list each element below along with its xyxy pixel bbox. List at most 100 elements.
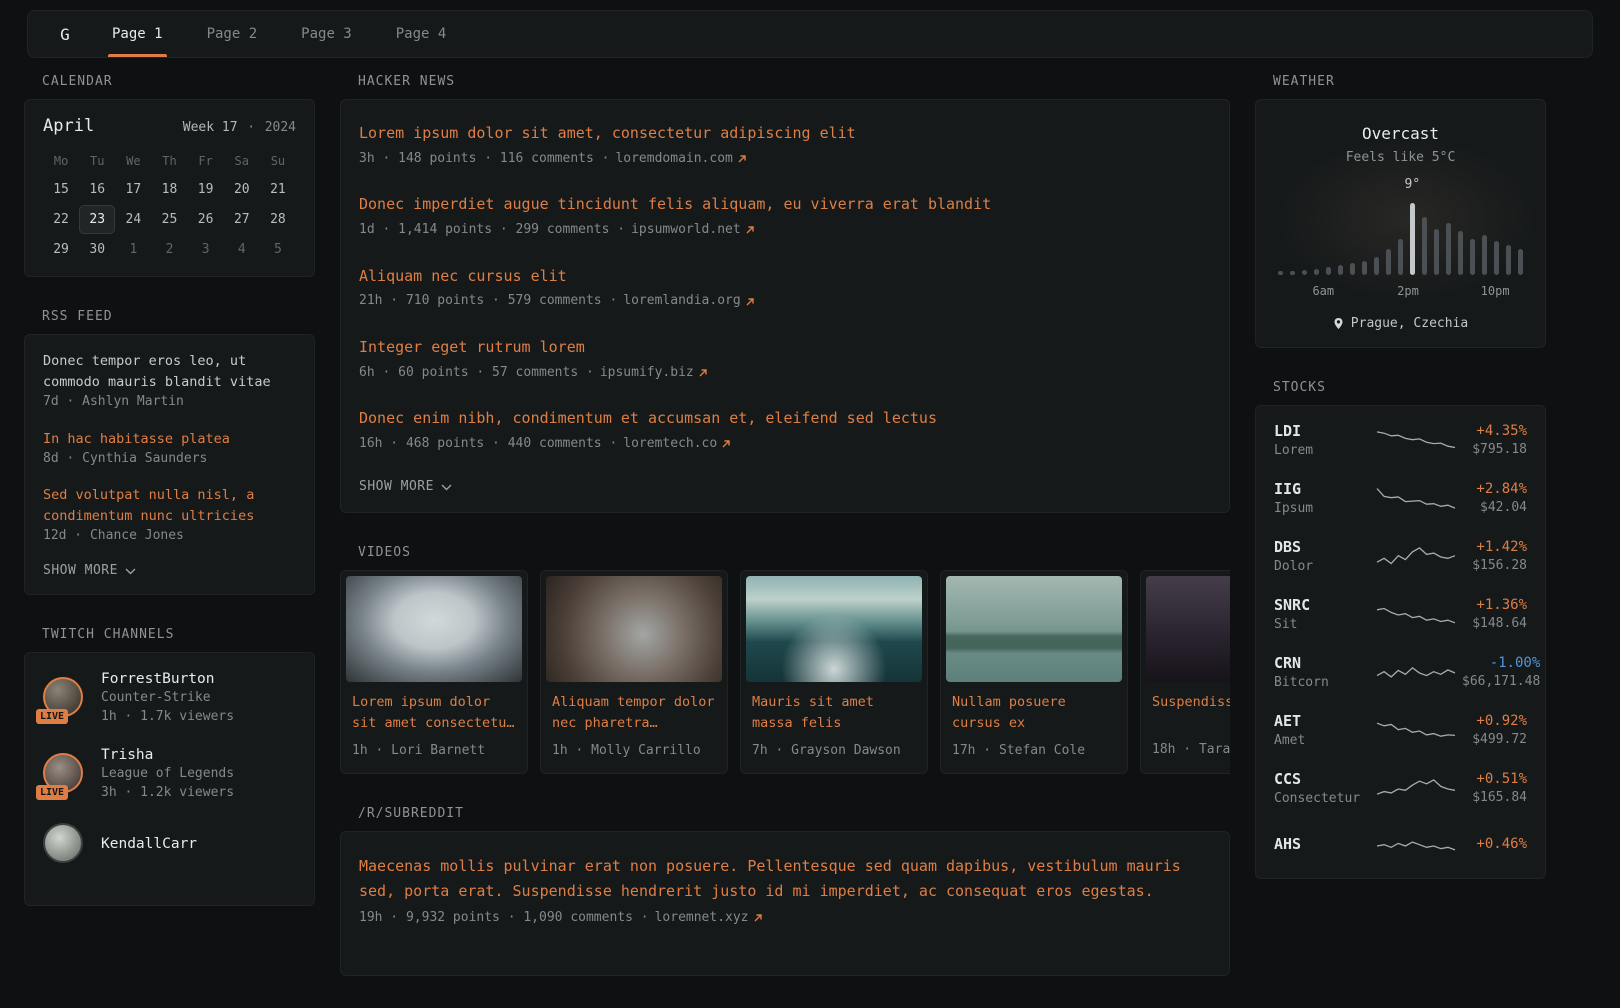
stock-row[interactable]: SNRCSit+1.36%$148.64 (1256, 585, 1545, 643)
calendar-day[interactable]: 21 (260, 175, 296, 204)
rss-item[interactable]: Sed volutpat nulla nisl, a condimentum n… (43, 485, 296, 546)
stock-change: -1.00% (1462, 655, 1540, 671)
calendar-day[interactable]: 4 (224, 235, 260, 264)
video-thumbnail[interactable] (346, 576, 522, 682)
calendar-day[interactable]: 25 (151, 205, 187, 234)
hn-item: Donec imperdiet augue tincidunt felis al… (359, 193, 1211, 239)
video-card[interactable]: Suspendisse diam 18h · Tara (1140, 570, 1230, 775)
twitch-channel[interactable]: KendallCarr (43, 823, 296, 867)
calendar-day[interactable]: 16 (79, 175, 115, 204)
hn-domain-link[interactable]: loremlandia.org (623, 292, 754, 311)
calendar-day[interactable]: 5 (260, 235, 296, 264)
stock-sparkline (1370, 828, 1462, 862)
stock-row[interactable]: AHS+0.46% (1256, 817, 1545, 873)
stock-sparkline (1370, 539, 1462, 573)
external-link-icon (721, 439, 731, 449)
channel-meta: 1h · 1.7k viewers (101, 708, 234, 727)
calendar-day[interactable]: 26 (188, 205, 224, 234)
stock-row[interactable]: CRNBitcorn-1.00%$66,171.48 (1256, 643, 1545, 701)
reddit-domain-link[interactable]: loremnet.xyz (655, 909, 763, 928)
rss-item[interactable]: In hac habitasse platea 8d · Cynthia Sau… (43, 429, 296, 469)
tab-page-3[interactable]: Page 3 (279, 11, 374, 57)
stocks-list: LDILorem+4.35%$795.18IIGIpsum+2.84%$42.0… (1255, 405, 1546, 879)
calendar-day[interactable]: 28 (260, 205, 296, 234)
video-title[interactable]: Lorem ipsum dolor sit amet consectetu… (352, 692, 516, 734)
hn-item: Aliquam nec cursus elit 21h · 710 points… (359, 265, 1211, 311)
channel-name[interactable]: Trisha (101, 747, 234, 763)
tab-page-2[interactable]: Page 2 (185, 11, 280, 57)
avatar (43, 823, 87, 867)
video-title[interactable]: Suspendisse diam (1152, 692, 1230, 733)
stock-row[interactable]: LDILorem+4.35%$795.18 (1256, 411, 1545, 469)
calendar-day[interactable]: 20 (224, 175, 260, 204)
channel-name[interactable]: KendallCarr (101, 836, 197, 852)
calendar-weekday: Su (260, 148, 296, 174)
stock-row[interactable]: AETAmet +0.92%$499.72 (1256, 701, 1545, 759)
video-card[interactable]: Lorem ipsum dolor sit amet consectetu… 1… (340, 570, 528, 775)
hn-show-more-button[interactable]: SHOW MORE (359, 479, 1211, 494)
video-thumbnail[interactable] (1146, 576, 1230, 682)
video-card[interactable]: Aliquam tempor dolor nec pharetra… 1h · … (540, 570, 728, 775)
calendar-day[interactable]: 18 (151, 175, 187, 204)
calendar-day[interactable]: 30 (79, 235, 115, 264)
video-thumbnail[interactable] (746, 576, 922, 682)
twitch-widget: TWITCH CHANNELS LIVE ForrestBurton Count… (24, 627, 315, 905)
hn-item-title[interactable]: Donec imperdiet augue tincidunt felis al… (359, 193, 1211, 216)
hn-domain-link[interactable]: loremdomain.com (615, 150, 746, 169)
calendar-day[interactable]: 2 (151, 235, 187, 264)
hn-item-title[interactable]: Integer eget rutrum lorem (359, 336, 1211, 359)
stock-symbol: IIG (1274, 480, 1370, 498)
live-badge: LIVE (36, 785, 68, 800)
twitch-channel[interactable]: LIVE ForrestBurton Counter-Strike 1h · 1… (43, 671, 296, 727)
hn-domain-link[interactable]: loremtech.co (623, 435, 731, 454)
stock-row[interactable]: CCSConsectetur+0.51%$165.84 (1256, 759, 1545, 817)
app-logo: G (40, 11, 90, 57)
calendar-day[interactable]: 24 (115, 205, 151, 234)
stock-name: Amet (1274, 733, 1370, 748)
stock-change: +0.51% (1462, 771, 1527, 787)
calendar-day[interactable]: 29 (43, 235, 79, 264)
weather-time-label: 10pm (1481, 284, 1510, 298)
calendar-weekday: Th (151, 148, 187, 174)
stock-row[interactable]: IIGIpsum+2.84%$42.04 (1256, 469, 1545, 527)
rss-item-title[interactable]: Sed volutpat nulla nisl, a condimentum n… (43, 485, 296, 527)
calendar-day[interactable]: 23 (79, 205, 115, 234)
calendar-day[interactable]: 19 (188, 175, 224, 204)
calendar-day[interactable]: 27 (224, 205, 260, 234)
rss-item-title[interactable]: Donec tempor eros leo, ut commodo mauris… (43, 351, 296, 393)
video-card[interactable]: Mauris sit amet massa felis 7h · Grayson… (740, 570, 928, 775)
calendar-week: Week 17 (183, 120, 238, 135)
video-thumbnail[interactable] (546, 576, 722, 682)
hn-item-title[interactable]: Aliquam nec cursus elit (359, 265, 1211, 288)
tab-page-1[interactable]: Page 1 (90, 11, 185, 57)
calendar-day[interactable]: 3 (188, 235, 224, 264)
reddit-meta-text: 19h · 9,932 points · 1,090 comments · (359, 909, 649, 928)
stock-info: CCSConsectetur (1274, 770, 1370, 806)
video-title[interactable]: Aliquam tempor dolor nec pharetra… (552, 692, 716, 734)
calendar-day[interactable]: 15 (43, 175, 79, 204)
hackernews-card: Lorem ipsum dolor sit amet, consectetur … (340, 99, 1230, 513)
video-title[interactable]: Nullam posuere cursus ex (952, 692, 1116, 734)
reddit-post-title[interactable]: Maecenas mollis pulvinar erat non posuer… (359, 854, 1211, 904)
calendar-day[interactable]: 1 (115, 235, 151, 264)
calendar-month: April (43, 116, 94, 136)
hn-domain-link[interactable]: ipsumworld.net (631, 221, 755, 240)
hn-domain-link[interactable]: ipsumify.biz (600, 364, 708, 383)
hn-item-title[interactable]: Lorem ipsum dolor sit amet, consectetur … (359, 122, 1211, 145)
twitch-channel[interactable]: LIVE Trisha League of Legends 3h · 1.2k … (43, 747, 296, 803)
stock-info: AETAmet (1274, 712, 1370, 748)
rss-item-title[interactable]: In hac habitasse platea (43, 429, 296, 450)
stock-numbers: +0.92%$499.72 (1462, 713, 1527, 747)
hn-item-title[interactable]: Donec enim nibh, condimentum et accumsan… (359, 407, 1211, 430)
video-thumbnail[interactable] (946, 576, 1122, 682)
calendar-day[interactable]: 17 (115, 175, 151, 204)
video-title[interactable]: Mauris sit amet massa felis (752, 692, 916, 734)
tab-page-4[interactable]: Page 4 (374, 11, 469, 57)
rss-item[interactable]: Donec tempor eros leo, ut commodo mauris… (43, 351, 296, 412)
rss-show-more-button[interactable]: SHOW MORE (43, 563, 296, 578)
video-card[interactable]: Nullam posuere cursus ex 17h · Stefan Co… (940, 570, 1128, 775)
calendar-day[interactable]: 22 (43, 205, 79, 234)
stock-row[interactable]: DBSDolor+1.42%$156.28 (1256, 527, 1545, 585)
right-column: WEATHER Overcast Feels like 5°C 9° 6am2p… (1255, 74, 1546, 911)
channel-name[interactable]: ForrestBurton (101, 671, 234, 687)
